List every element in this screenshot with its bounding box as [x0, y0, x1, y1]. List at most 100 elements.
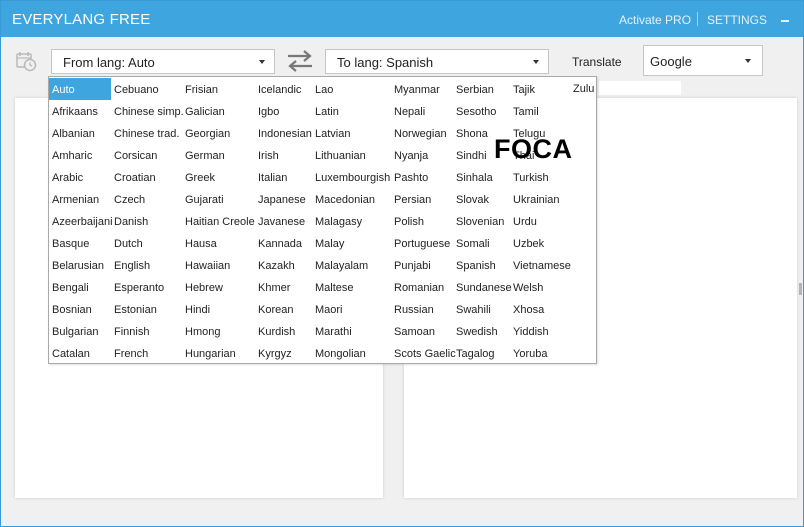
engine-dropdown[interactable]: Google: [643, 45, 763, 76]
language-option[interactable]: Tamil: [510, 100, 595, 122]
language-option[interactable]: Kannada: [255, 232, 312, 254]
language-option[interactable]: Russian: [391, 298, 453, 320]
language-option[interactable]: English: [111, 254, 182, 276]
scrollbar[interactable]: [799, 283, 802, 295]
language-option[interactable]: Hausa: [182, 232, 255, 254]
language-option[interactable]: Malay: [312, 232, 391, 254]
language-option[interactable]: Bosnian: [49, 298, 111, 320]
language-option[interactable]: Pashto: [391, 166, 453, 188]
language-option[interactable]: Hmong: [182, 320, 255, 342]
language-option[interactable]: Azeerbaijani: [49, 210, 113, 232]
to-lang-dropdown[interactable]: To lang: Spanish: [325, 49, 549, 74]
language-option[interactable]: Lao: [312, 78, 391, 100]
language-option[interactable]: Danish: [111, 210, 182, 232]
language-option[interactable]: Sinhala: [453, 166, 510, 188]
language-option[interactable]: German: [182, 144, 255, 166]
language-option-overflow[interactable]: Zulu: [573, 83, 594, 95]
language-option[interactable]: Hawaiian: [182, 254, 255, 276]
language-option[interactable]: Finnish: [111, 320, 182, 342]
language-option[interactable]: Czech: [111, 188, 182, 210]
language-option[interactable]: Welsh: [510, 276, 595, 298]
language-option[interactable]: Slovak: [453, 188, 510, 210]
language-option[interactable]: Swedish: [453, 320, 510, 342]
swap-arrows-icon[interactable]: [285, 48, 315, 74]
language-option[interactable]: Chinese trad.: [111, 122, 182, 144]
language-option[interactable]: Arabic: [49, 166, 111, 188]
language-option[interactable]: Corsican: [111, 144, 182, 166]
language-option[interactable]: Ukrainian: [510, 188, 595, 210]
language-option[interactable]: Malagasy: [312, 210, 391, 232]
language-option[interactable]: Yoruba: [510, 342, 595, 364]
language-option[interactable]: Samoan: [391, 320, 453, 342]
language-option[interactable]: Belarusian: [49, 254, 111, 276]
language-option[interactable]: Tagalog: [453, 342, 510, 364]
language-option[interactable]: Albanian: [49, 122, 111, 144]
language-option[interactable]: Polish: [391, 210, 453, 232]
language-option[interactable]: Sundanese: [453, 276, 512, 298]
minimize-icon[interactable]: [781, 20, 789, 22]
language-option[interactable]: Bulgarian: [49, 320, 111, 342]
language-option[interactable]: Hebrew: [182, 276, 255, 298]
language-option[interactable]: Maori: [312, 298, 391, 320]
language-option[interactable]: French: [111, 342, 182, 364]
language-option[interactable]: Urdu: [510, 210, 595, 232]
activate-pro-link[interactable]: Activate PRO: [619, 13, 691, 27]
language-option[interactable]: Korean: [255, 298, 312, 320]
language-option[interactable]: Marathi: [312, 320, 391, 342]
language-option[interactable]: Hungarian: [182, 342, 255, 364]
language-option[interactable]: Javanese: [255, 210, 312, 232]
language-option[interactable]: Dutch: [111, 232, 182, 254]
language-option[interactable]: Greek: [182, 166, 255, 188]
language-option[interactable]: Italian: [255, 166, 312, 188]
language-option[interactable]: Nyanja: [391, 144, 453, 166]
language-option[interactable]: Amharic: [49, 144, 111, 166]
language-option[interactable]: Hindi: [182, 298, 255, 320]
language-option[interactable]: Gujarati: [182, 188, 255, 210]
language-option[interactable]: Kurdish: [255, 320, 312, 342]
language-option[interactable]: Frisian: [182, 78, 255, 100]
language-option[interactable]: Yiddish: [510, 320, 595, 342]
language-option[interactable]: Kazakh: [255, 254, 312, 276]
language-option[interactable]: Indonesian: [255, 122, 312, 144]
language-option[interactable]: Lithuanian: [312, 144, 391, 166]
title-bar[interactable]: EVERYLANG FREE Activate PRO SETTINGS: [1, 1, 803, 37]
language-option[interactable]: Turkish: [510, 166, 595, 188]
language-option[interactable]: Auto: [49, 78, 111, 100]
language-option[interactable]: Malayalam: [312, 254, 391, 276]
language-option[interactable]: Khmer: [255, 276, 312, 298]
language-option[interactable]: Irish: [255, 144, 312, 166]
language-option[interactable]: Latin: [312, 100, 391, 122]
language-option[interactable]: Myanmar: [391, 78, 453, 100]
language-option[interactable]: Macedonian: [312, 188, 391, 210]
language-option[interactable]: Vietnamese: [510, 254, 595, 276]
translate-button[interactable]: Translate: [572, 55, 622, 69]
language-option[interactable]: Punjabi: [391, 254, 453, 276]
language-option[interactable]: Sesotho: [453, 100, 510, 122]
language-option[interactable]: Basque: [49, 232, 111, 254]
language-option[interactable]: Serbian: [453, 78, 510, 100]
language-option[interactable]: Croatian: [111, 166, 182, 188]
language-option[interactable]: Maltese: [312, 276, 391, 298]
language-option[interactable]: Latvian: [312, 122, 391, 144]
language-option[interactable]: Uzbek: [510, 232, 595, 254]
language-option[interactable]: Galician: [182, 100, 255, 122]
language-option[interactable]: Catalan: [49, 342, 111, 364]
language-option[interactable]: Nepali: [391, 100, 453, 122]
language-option[interactable]: Kyrgyz: [255, 342, 312, 364]
language-option[interactable]: Chinese simp.: [111, 100, 184, 122]
language-option[interactable]: Romanian: [391, 276, 453, 298]
language-option[interactable]: Igbo: [255, 100, 312, 122]
language-option[interactable]: Esperanto: [111, 276, 182, 298]
language-option[interactable]: Cebuano: [111, 78, 182, 100]
language-option[interactable]: Spanish: [453, 254, 510, 276]
language-option[interactable]: Icelandic: [255, 78, 312, 100]
language-option[interactable]: Slovenian: [453, 210, 510, 232]
language-option[interactable]: Norwegian: [391, 122, 453, 144]
language-option[interactable]: Portuguese: [391, 232, 453, 254]
language-option[interactable]: Haitian Creole: [182, 210, 255, 232]
from-lang-dropdown[interactable]: From lang: Auto: [51, 49, 275, 74]
settings-link[interactable]: SETTINGS: [707, 13, 767, 27]
language-option[interactable]: Somali: [453, 232, 510, 254]
language-option[interactable]: Japanese: [255, 188, 312, 210]
language-option[interactable]: Persian: [391, 188, 453, 210]
